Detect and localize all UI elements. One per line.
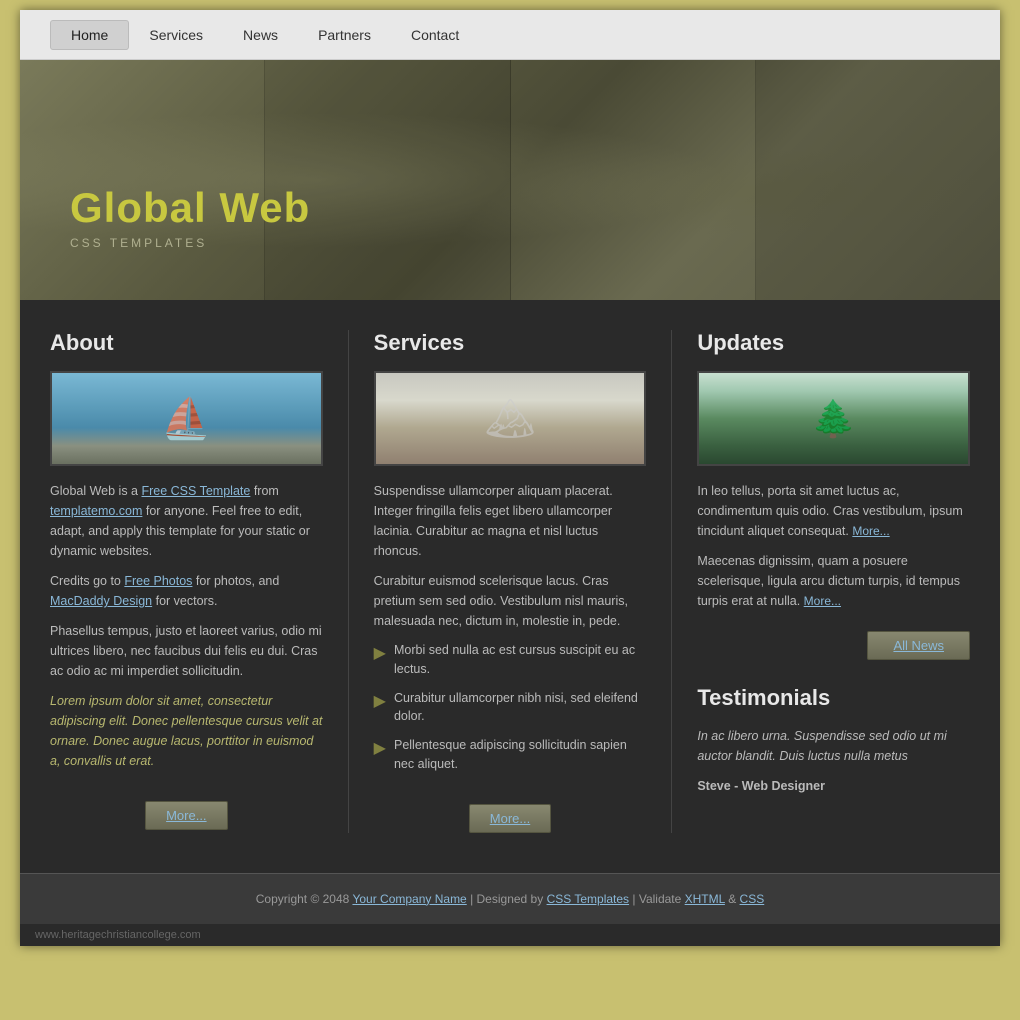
testimonial-author: Steve - Web Designer	[697, 776, 970, 796]
about-more-container: More...	[50, 786, 323, 830]
bullet-icon-2: ▶	[374, 690, 386, 714]
site-title-accent: Web	[219, 184, 310, 231]
site-title: Global Web	[70, 184, 310, 232]
forest-image	[699, 373, 968, 464]
about-column: About Global Web is a Free CSS Template …	[50, 330, 323, 833]
services-more-container: More...	[374, 789, 647, 833]
header-col-2	[265, 60, 510, 300]
about-heading: About	[50, 330, 323, 356]
testimonials-heading: Testimonials	[697, 685, 970, 711]
bullet-icon-1: ▶	[374, 642, 386, 666]
footer-css-link[interactable]: CSS Templates	[547, 892, 629, 906]
about-italic: Lorem ipsum dolor sit amet, consectetur …	[50, 691, 323, 771]
services-p1: Suspendisse ullamcorper aliquam placerat…	[374, 481, 647, 561]
nav-bar: Home Services News Partners Contact	[20, 10, 1000, 60]
all-news-button[interactable]: All News	[867, 631, 970, 660]
nav-home[interactable]: Home	[50, 20, 129, 50]
templatemo-link[interactable]: templatemo.com	[50, 504, 142, 518]
header-col-3	[511, 60, 756, 300]
footer-designed: | Designed by	[467, 892, 547, 906]
footer: Copyright © 2048 Your Company Name | Des…	[20, 873, 1000, 924]
about-p1: Global Web is a Free CSS Template from t…	[50, 481, 323, 561]
bullet-item-2: ▶ Curabitur ullamcorper nibh nisi, sed e…	[374, 689, 647, 727]
services-heading: Services	[374, 330, 647, 356]
testimonial-quote: In ac libero urna. Suspendisse sed odio …	[697, 726, 970, 766]
nav-contact[interactable]: Contact	[391, 21, 479, 49]
main-content: About Global Web is a Free CSS Template …	[20, 300, 1000, 873]
site-subtitle: CSS Templates	[70, 236, 310, 250]
footer-bottom: www.heritagechristiancollege.com	[20, 924, 1000, 946]
services-image	[374, 371, 647, 466]
about-more-button[interactable]: More...	[145, 801, 227, 830]
testimonials-section: Testimonials In ac libero urna. Suspendi…	[697, 685, 970, 796]
footer-css-link2[interactable]: CSS	[740, 892, 765, 906]
divider-2	[671, 330, 672, 833]
boat-image	[52, 373, 321, 464]
about-p3: Phasellus tempus, justo et laoreet variu…	[50, 621, 323, 681]
snow-image	[376, 373, 645, 464]
about-image	[50, 371, 323, 466]
footer-xhtml-link[interactable]: XHTML	[685, 892, 725, 906]
updates-p2: Maecenas dignissim, quam a posuere scele…	[697, 551, 970, 611]
services-column: Services Suspendisse ullamcorper aliquam…	[374, 330, 647, 833]
all-news-container: All News	[697, 621, 970, 660]
updates-column: Updates In leo tellus, porta sit amet lu…	[697, 330, 970, 833]
header-col-1	[20, 60, 265, 300]
divider-1	[348, 330, 349, 833]
updates-heading: Updates	[697, 330, 970, 356]
updates-more-link-2[interactable]: More...	[804, 594, 841, 608]
macdaddy-link[interactable]: MacDaddy Design	[50, 594, 152, 608]
header-banner: Global Web CSS Templates	[20, 60, 1000, 300]
footer-amp: &	[725, 892, 740, 906]
about-p2: Credits go to Free Photos for photos, an…	[50, 571, 323, 611]
footer-url: www.heritagechristiancollege.com	[35, 929, 201, 941]
services-more-button[interactable]: More...	[469, 804, 551, 833]
page-wrapper: Home Services News Partners Contact Glob…	[20, 10, 1000, 946]
bullet-item-3: ▶ Pellentesque adipiscing sollicitudin s…	[374, 736, 647, 774]
free-photos-link[interactable]: Free Photos	[124, 574, 192, 588]
nav-news[interactable]: News	[223, 21, 298, 49]
nav-services[interactable]: Services	[129, 21, 223, 49]
header-columns	[20, 60, 1000, 300]
services-bullets: ▶ Morbi sed nulla ac est cursus suscipit…	[374, 641, 647, 774]
updates-more-link-1[interactable]: More...	[852, 524, 889, 538]
bullet-item-1: ▶ Morbi sed nulla ac est cursus suscipit…	[374, 641, 647, 679]
updates-p1: In leo tellus, porta sit amet luctus ac,…	[697, 481, 970, 541]
footer-company-link[interactable]: Your Company Name	[352, 892, 466, 906]
services-p2: Curabitur euismod scelerisque lacus. Cra…	[374, 571, 647, 631]
site-title-plain: Global	[70, 184, 219, 231]
footer-copyright: Copyright © 2048	[256, 892, 353, 906]
bullet-icon-3: ▶	[374, 737, 386, 761]
footer-validate: | Validate	[629, 892, 685, 906]
nav-partners[interactable]: Partners	[298, 21, 391, 49]
header-text: Global Web CSS Templates	[70, 184, 310, 250]
updates-image	[697, 371, 970, 466]
header-col-4	[756, 60, 1000, 300]
free-css-link[interactable]: Free CSS Template	[141, 484, 250, 498]
